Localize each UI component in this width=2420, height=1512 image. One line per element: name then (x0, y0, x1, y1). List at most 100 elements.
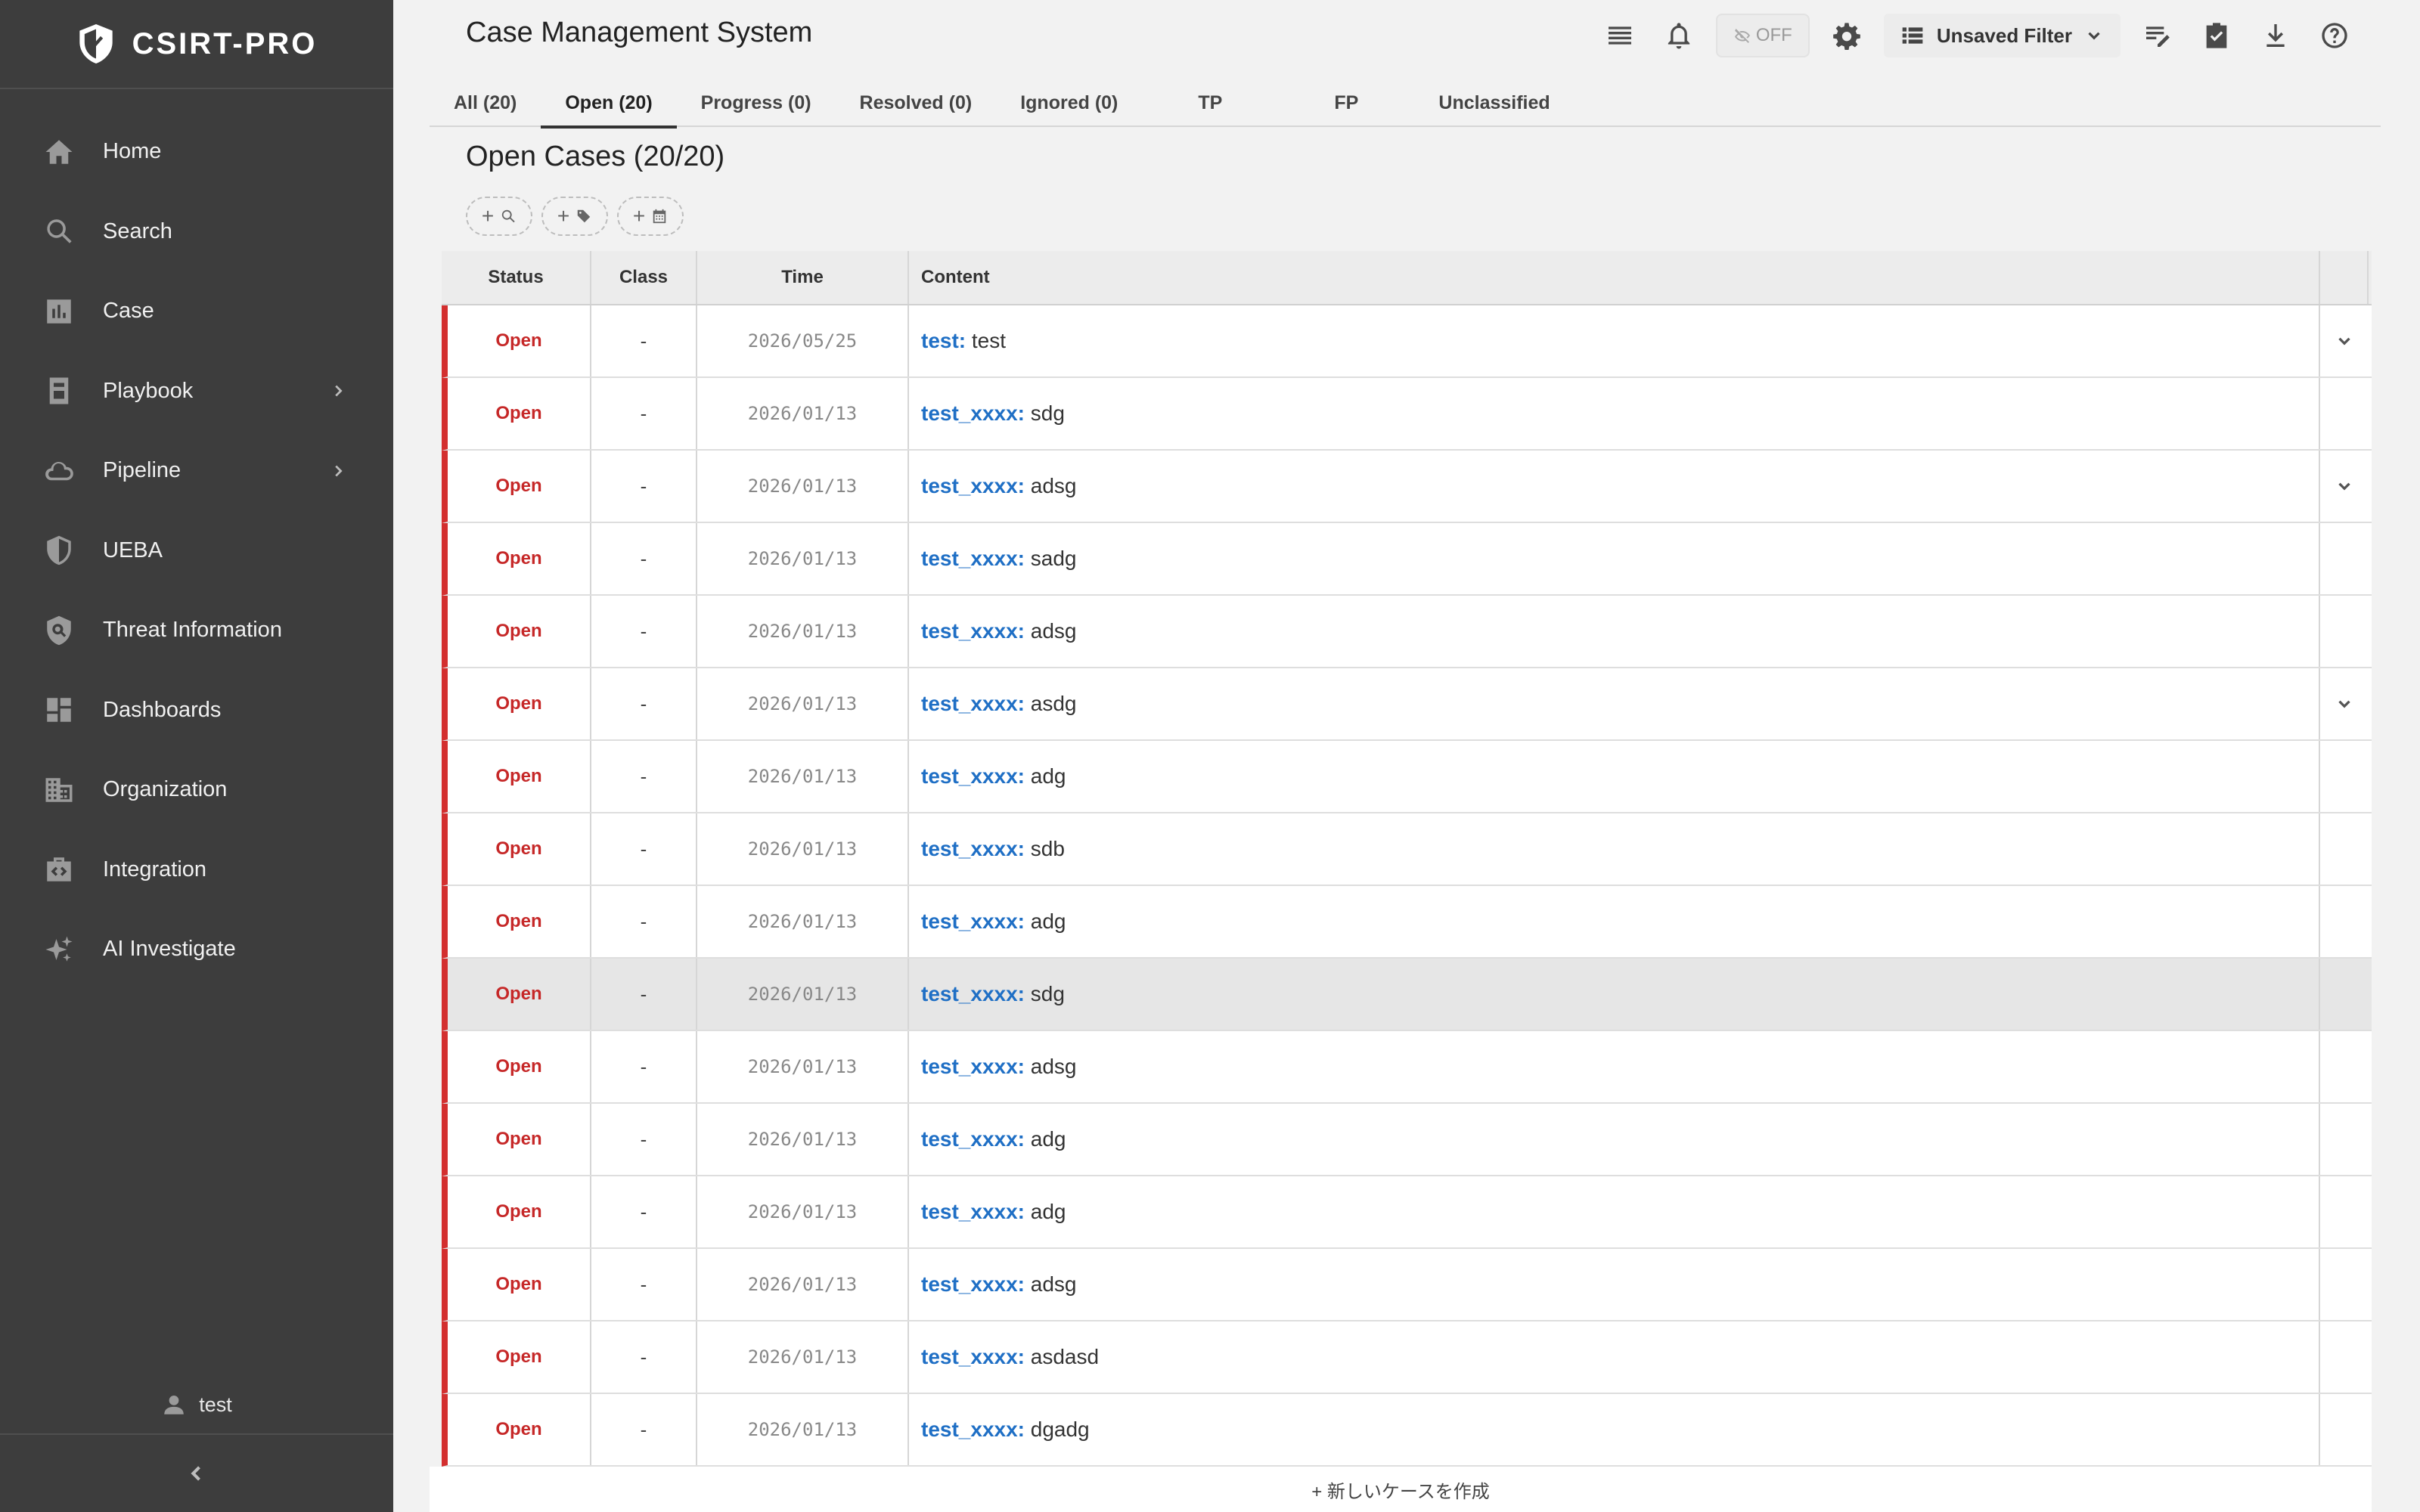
notifications-button[interactable] (1657, 14, 1701, 57)
list-view-button[interactable] (1598, 14, 1642, 57)
shield-icon (79, 24, 113, 64)
content-cell: test_xxxx: adsg (909, 451, 2320, 522)
sidebar-item-ai-investigate[interactable]: AI Investigate (0, 909, 393, 990)
tab-progress[interactable]: Progress (0) (677, 79, 836, 127)
collapse-sidebar-button[interactable] (0, 1433, 393, 1512)
class-cell: - (591, 305, 697, 376)
chevron-left-icon (191, 1466, 200, 1481)
content-cell: test_xxxx: sdg (909, 378, 2320, 449)
case-description: adsg (1030, 474, 1077, 497)
column-content[interactable]: Content (909, 251, 2320, 304)
table-row[interactable]: Open -2026/01/13 test_xxxx: sdg (442, 959, 2372, 1031)
table-row[interactable]: Open -2026/01/13 test_xxxx: sdb (442, 813, 2372, 886)
case-name-link[interactable]: test_xxxx: (921, 1272, 1025, 1297)
case-name-link[interactable]: test_xxxx: (921, 1127, 1025, 1151)
edit-list-button[interactable] (2136, 14, 2180, 57)
case-name-link[interactable]: test_xxxx: (921, 401, 1025, 426)
tab-resolved[interactable]: Resolved (0) (836, 79, 997, 127)
add-date-filter-button[interactable]: + (617, 197, 684, 236)
table-row[interactable]: Open -2026/01/13 test_xxxx: adsg (442, 596, 2372, 668)
case-name-link[interactable]: test: (921, 329, 966, 353)
brand[interactable]: CSIRT-PRO (0, 0, 393, 89)
sidebar-item-label: Threat Information (103, 618, 282, 643)
column-class[interactable]: Class (591, 251, 697, 304)
assignment-check-button[interactable] (2195, 14, 2238, 57)
table-row[interactable]: Open -2026/01/13 test_xxxx: adsg (442, 1249, 2372, 1321)
tab-ignored[interactable]: Ignored (0) (996, 79, 1142, 127)
class-cell: - (591, 741, 697, 812)
sidebar-item-ueba[interactable]: UEBA (0, 511, 393, 591)
tab-tp[interactable]: TP (1142, 79, 1278, 127)
filter-label: Unsaved Filter (1936, 23, 2072, 47)
case-description: adg (1030, 909, 1066, 933)
case-description: adsg (1030, 619, 1077, 643)
tab-unclassified[interactable]: Unclassified (1414, 79, 1574, 127)
table-row[interactable]: Open -2026/01/13 test_xxxx: asdasd (442, 1321, 2372, 1394)
case-name-link[interactable]: test_xxxx: (921, 474, 1025, 498)
create-case-button[interactable]: + 新しいケースを作成 (430, 1467, 2372, 1512)
sidebar-item-organization[interactable]: Organization (0, 750, 393, 830)
shield-half-icon (42, 534, 76, 567)
column-time[interactable]: Time (697, 251, 909, 304)
user-menu[interactable]: test (0, 1383, 393, 1426)
add-search-filter-button[interactable]: + (466, 197, 532, 236)
eye-off-icon (1734, 29, 1750, 43)
sidebar-item-search[interactable]: Search (0, 192, 393, 272)
sidebar-item-home[interactable]: Home (0, 112, 393, 192)
case-name-link[interactable]: test_xxxx: (921, 1200, 1025, 1224)
table-row[interactable]: Open -2026/01/13 test_xxxx: adg (442, 1104, 2372, 1176)
sidebar-item-case[interactable]: Case (0, 271, 393, 352)
case-name-link[interactable]: test_xxxx: (921, 619, 1025, 643)
sidebar-item-threat-information[interactable]: Threat Information (0, 590, 393, 671)
case-name-link[interactable]: test_xxxx: (921, 1345, 1025, 1369)
header: Case Management System OFF Unsaved Filte… (430, 0, 2381, 129)
table-row[interactable]: Open -2026/01/13 test_xxxx: adsg (442, 1031, 2372, 1104)
case-name-link[interactable]: test_xxxx: (921, 547, 1025, 571)
help-button[interactable] (2313, 14, 2356, 57)
content-cell: test_xxxx: adg (909, 741, 2320, 812)
sidebar-item-playbook[interactable]: Playbook (0, 352, 393, 432)
add-tag-filter-button[interactable]: + (541, 197, 608, 236)
download-button[interactable] (2254, 14, 2297, 57)
table-row[interactable]: Open -2026/01/13 test_xxxx: sdg (442, 378, 2372, 451)
chevron-down-icon[interactable] (2335, 694, 2354, 714)
table-row[interactable]: Open -2026/05/25 test: test (442, 305, 2372, 378)
expand-cell (2320, 1031, 2369, 1102)
case-name-link[interactable]: test_xxxx: (921, 1055, 1025, 1079)
table-row[interactable]: Open -2026/01/13 test_xxxx: asdg (442, 668, 2372, 741)
expand-cell (2320, 1394, 2369, 1465)
sidebar-item-pipeline[interactable]: Pipeline (0, 431, 393, 511)
case-name-link[interactable]: test_xxxx: (921, 982, 1025, 1006)
case-name-link[interactable]: test_xxxx: (921, 692, 1025, 716)
expand-cell[interactable] (2320, 668, 2369, 739)
table-row[interactable]: Open -2026/01/13 test_xxxx: adsg (442, 451, 2372, 523)
tab-all[interactable]: All (20) (430, 79, 541, 127)
tab-open[interactable]: Open (20) (541, 79, 677, 129)
settings-button[interactable] (1825, 14, 1869, 57)
table-row[interactable]: Open -2026/01/13 test_xxxx: adg (442, 1176, 2372, 1249)
class-cell: - (591, 1249, 697, 1320)
case-name-link[interactable]: test_xxxx: (921, 909, 1025, 934)
expand-cell[interactable] (2320, 451, 2369, 522)
time-cell: 2026/01/13 (697, 1176, 909, 1247)
toggle-label: OFF (1755, 25, 1792, 45)
visibility-toggle[interactable]: OFF (1715, 14, 1810, 57)
tab-fp[interactable]: FP (1278, 79, 1414, 127)
case-name-link[interactable]: test_xxxx: (921, 1418, 1025, 1442)
case-name-link[interactable]: test_xxxx: (921, 764, 1025, 789)
saved-filter-dropdown[interactable]: Unsaved Filter (1883, 14, 2121, 57)
chevron-down-icon[interactable] (2335, 476, 2354, 496)
sidebar-item-integration[interactable]: Integration (0, 830, 393, 910)
column-status[interactable]: Status (442, 251, 591, 304)
expand-cell[interactable] (2320, 305, 2369, 376)
chevron-right-icon (330, 463, 346, 479)
table-row[interactable]: Open -2026/01/13 test_xxxx: dgadg (442, 1394, 2372, 1467)
content-cell: test: test (909, 305, 2320, 376)
table-row[interactable]: Open -2026/01/13 test_xxxx: sadg (442, 523, 2372, 596)
table-row[interactable]: Open -2026/01/13 test_xxxx: adg (442, 741, 2372, 813)
expand-cell (2320, 959, 2369, 1030)
chevron-down-icon[interactable] (2335, 331, 2354, 351)
table-row[interactable]: Open -2026/01/13 test_xxxx: adg (442, 886, 2372, 959)
sidebar-item-dashboards[interactable]: Dashboards (0, 671, 393, 751)
case-name-link[interactable]: test_xxxx: (921, 837, 1025, 861)
